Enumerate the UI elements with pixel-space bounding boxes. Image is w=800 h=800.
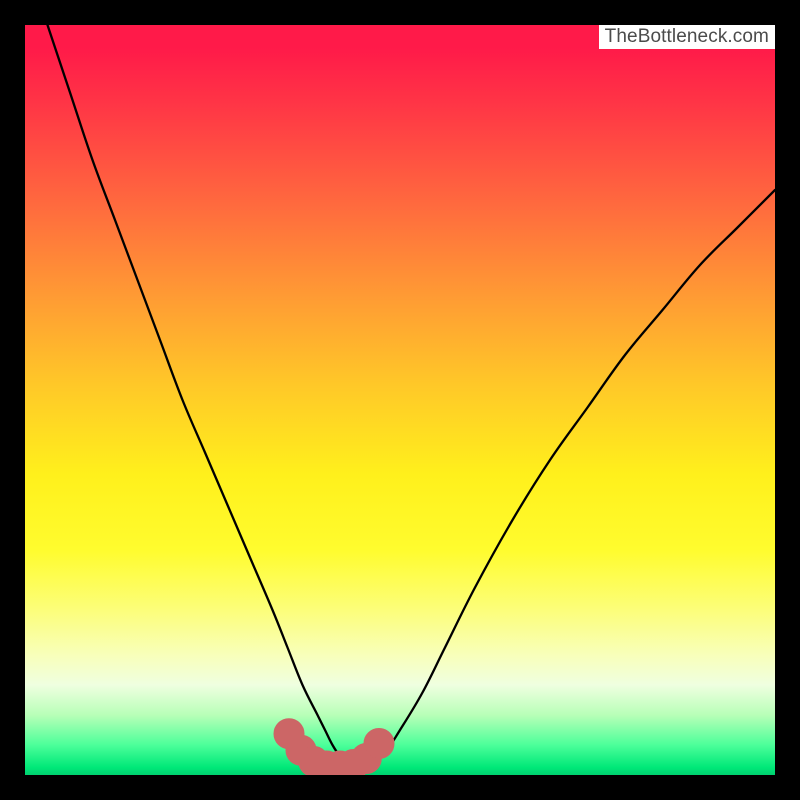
watermark-box: TheBottleneck.com <box>599 25 775 49</box>
outer-frame: TheBottleneck.com <box>0 0 800 800</box>
chart-svg <box>25 25 775 775</box>
watermark-text: TheBottleneck.com <box>605 26 769 48</box>
plot-area: TheBottleneck.com <box>25 25 775 775</box>
bottleneck-curve <box>48 25 776 768</box>
marker-dot <box>364 729 394 759</box>
